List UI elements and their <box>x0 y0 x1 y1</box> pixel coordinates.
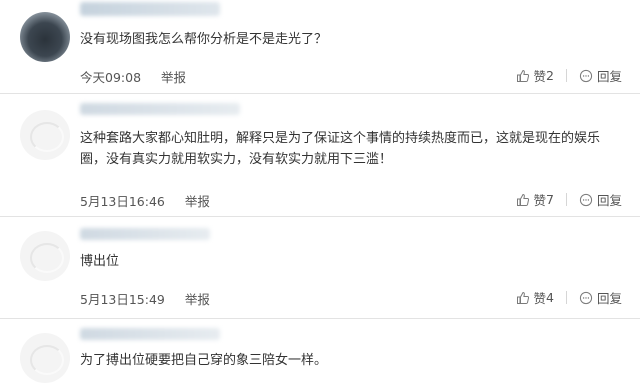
like-label: 赞 <box>533 69 547 84</box>
reply-label: 回复 <box>596 69 622 84</box>
like-button[interactable]: 赞 2 <box>516 66 554 85</box>
divider <box>565 193 567 206</box>
comment-actions: 赞 4 回复 <box>516 288 622 307</box>
comment-time: 今天09:08 <box>80 70 142 85</box>
comment-meta: 5月13日16:46 举报 <box>80 191 210 210</box>
thumbs-up-icon <box>516 69 530 83</box>
comment-meta: 5月13日15:49 举报 <box>80 289 210 308</box>
comment-time: 5月13日15:49 <box>80 292 165 307</box>
avatar[interactable] <box>20 12 70 62</box>
like-count: 2 <box>546 68 554 83</box>
report-link[interactable]: 举报 <box>185 194 210 209</box>
reply-label: 回复 <box>596 291 622 306</box>
reply-button[interactable]: 回复 <box>579 190 622 209</box>
comment-actions: 赞 7 回复 <box>516 190 622 209</box>
report-link[interactable]: 举报 <box>161 70 186 85</box>
comment-item: 这种套路大家都心知肚明，解释只是为了保证这个事情的持续热度而已，这就是现在的娱乐… <box>0 94 640 212</box>
reply-icon <box>579 291 593 305</box>
report-link[interactable]: 举报 <box>185 292 210 307</box>
avatar[interactable] <box>20 333 70 383</box>
reply-icon <box>579 193 593 207</box>
reply-button[interactable]: 回复 <box>579 66 622 85</box>
comment-time: 5月13日16:46 <box>80 194 165 209</box>
reply-icon <box>579 69 593 83</box>
like-button[interactable]: 赞 7 <box>516 190 554 209</box>
thumbs-up-icon <box>516 291 530 305</box>
comment-text: 博出位 <box>80 254 120 269</box>
thumbs-up-icon <box>516 193 530 207</box>
username[interactable] <box>80 228 210 240</box>
comment-text: 没有现场图我怎么帮你分析是不是走光了？ <box>80 32 328 47</box>
comment-meta: 今天09:08 举报 <box>80 67 186 86</box>
divider <box>565 69 567 82</box>
divider <box>565 291 567 304</box>
reply-button[interactable]: 回复 <box>579 288 622 307</box>
reply-label: 回复 <box>596 193 622 208</box>
like-count: 7 <box>546 192 554 207</box>
like-label: 赞 <box>533 291 547 306</box>
username[interactable] <box>80 103 240 115</box>
comment-text: 为了搏出位硬要把自己穿的象三陪女一样。 <box>80 353 328 368</box>
comment-item: 博出位 5月13日15:49 举报 赞 4 回复 <box>0 217 640 315</box>
avatar[interactable] <box>20 231 70 281</box>
like-button[interactable]: 赞 4 <box>516 288 554 307</box>
comment-item: 为了搏出位硬要把自己穿的象三陪女一样。 <box>0 319 640 390</box>
comment-text: 这种套路大家都心知肚明，解释只是为了保证这个事情的持续热度而已，这就是现在的娱乐… <box>80 131 601 167</box>
avatar[interactable] <box>20 110 70 160</box>
username[interactable] <box>80 2 220 16</box>
comment-item: 没有现场图我怎么帮你分析是不是走光了？ 今天09:08 举报 赞 2 回复 <box>0 0 640 92</box>
username[interactable] <box>80 328 220 340</box>
comment-actions: 赞 2 回复 <box>516 66 622 85</box>
like-label: 赞 <box>533 193 547 208</box>
like-count: 4 <box>546 290 554 305</box>
